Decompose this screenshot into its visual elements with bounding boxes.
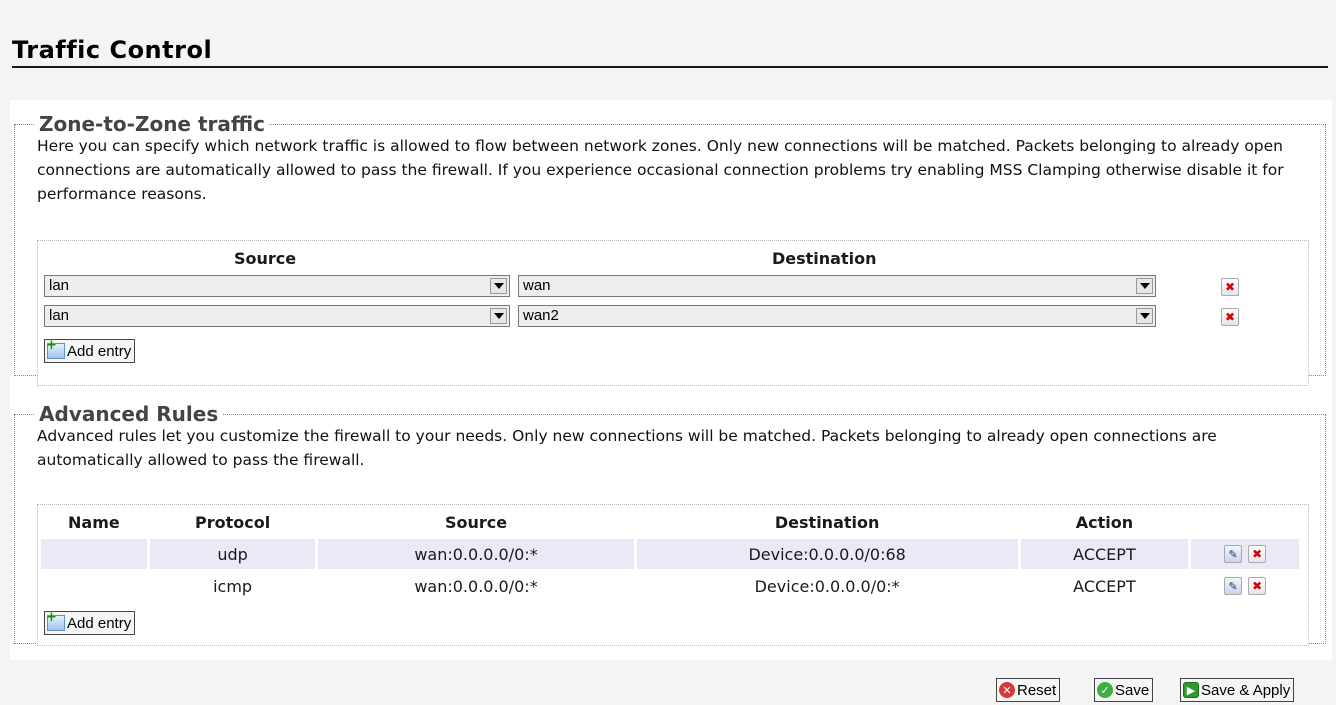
save-button[interactable]: ✓ Save — [1094, 678, 1154, 702]
delete-icon[interactable]: ✖ — [1248, 577, 1267, 595]
chevron-down-icon — [1136, 308, 1153, 324]
rules-table-container: Name Protocol Source Destination Action … — [37, 504, 1309, 646]
save-apply-label: Save & Apply — [1201, 681, 1291, 699]
rule-controls-cell: ✎ ✖ — [1191, 571, 1299, 601]
table-row: udp wan:0.0.0.0/0:* Device:0.0.0.0/0:68 … — [41, 539, 1299, 569]
zone-row-2-destination-value: wan2 — [523, 307, 559, 324]
save-icon: ✓ — [1097, 682, 1113, 698]
zone-add-entry-label: Add entry — [67, 342, 132, 360]
rules-header-source: Source — [444, 512, 508, 532]
rule-action-cell: ACCEPT — [1073, 576, 1136, 596]
reset-label: Reset — [1017, 681, 1057, 699]
chevron-down-icon — [490, 278, 507, 294]
zone-to-zone-section: Zone-to-Zone traffic Here you can specif… — [14, 112, 1326, 386]
rule-protocol-cell: udp — [149, 539, 316, 569]
table-row: icmp wan:0.0.0.0/0:* Device:0.0.0.0/0:* … — [41, 571, 1299, 601]
rule-source-cell: wan:0.0.0.0/0:* — [414, 576, 538, 596]
delete-icon[interactable]: ✖ — [1221, 278, 1239, 296]
rules-add-entry-label: Add entry — [67, 614, 132, 632]
zone-add-entry-button[interactable]: Add entry — [44, 338, 136, 363]
reset-icon: ✕ — [999, 682, 1015, 698]
apply-icon: ▶ — [1183, 682, 1199, 698]
zone-section-description: Here you can specify which network traff… — [37, 137, 1284, 203]
zone-row-2-destination-select[interactable]: wan2 — [518, 305, 1156, 327]
zone-row-1-destination-value: wan — [523, 277, 551, 294]
rules-header-name: Name — [68, 512, 120, 532]
zone-row-1-destination-select[interactable]: wan — [518, 275, 1156, 297]
content-area: Zone-to-Zone traffic Here you can specif… — [10, 100, 1332, 660]
zone-table: Source Destination lan wan ✖ lan wan2 ✖ — [37, 240, 1309, 386]
chevron-down-icon — [490, 308, 507, 324]
save-apply-button[interactable]: ▶ Save & Apply — [1180, 678, 1295, 702]
rule-controls-cell: ✎ ✖ — [1191, 539, 1299, 569]
rule-name-cell — [41, 539, 147, 569]
rules-section-description: Advanced rules let you customize the fir… — [37, 427, 1217, 469]
rules-table: Name Protocol Source Destination Action … — [38, 505, 1302, 603]
add-icon — [46, 338, 65, 359]
delete-icon[interactable]: ✖ — [1248, 545, 1267, 563]
edit-icon[interactable]: ✎ — [1224, 545, 1243, 563]
advanced-rules-section: Advanced Rules Advanced rules let you cu… — [14, 402, 1326, 646]
save-label: Save — [1115, 681, 1150, 699]
delete-icon[interactable]: ✖ — [1221, 308, 1239, 326]
rule-destination-cell: Device:0.0.0.0/0:68 — [636, 539, 1018, 569]
zone-row-2-source-select[interactable]: lan — [44, 305, 510, 327]
zone-section-legend: Zone-to-Zone traffic — [39, 112, 266, 136]
chevron-down-icon — [1136, 278, 1153, 294]
zone-header-source: Source — [234, 249, 297, 268]
edit-icon[interactable]: ✎ — [1224, 577, 1243, 595]
rules-header-controls — [1191, 507, 1299, 537]
reset-button[interactable]: ✕ Reset — [996, 678, 1061, 702]
rules-section-legend: Advanced Rules — [39, 402, 219, 426]
rules-header-action: Action — [1075, 512, 1134, 532]
rules-add-entry-button[interactable]: Add entry — [44, 610, 136, 635]
zone-row-2-source-value: lan — [49, 307, 70, 324]
zone-header-destination: Destination — [772, 249, 877, 268]
page-title: Traffic Control — [12, 36, 1328, 68]
zone-row-1-source-select[interactable]: lan — [44, 275, 510, 297]
rules-header-protocol: Protocol — [194, 512, 271, 532]
rule-protocol-cell: icmp — [213, 576, 253, 596]
rule-destination-cell: Device:0.0.0.0/0:* — [754, 576, 900, 596]
rule-source-cell: wan:0.0.0.0/0:* — [318, 539, 634, 569]
rule-action-cell: ACCEPT — [1020, 539, 1189, 569]
rules-header-row: Name Protocol Source Destination Action — [41, 507, 1299, 537]
rules-header-destination: Destination — [774, 512, 880, 532]
zone-row-1-source-value: lan — [49, 277, 70, 294]
rule-name-cell — [41, 571, 147, 601]
add-icon — [46, 610, 65, 631]
